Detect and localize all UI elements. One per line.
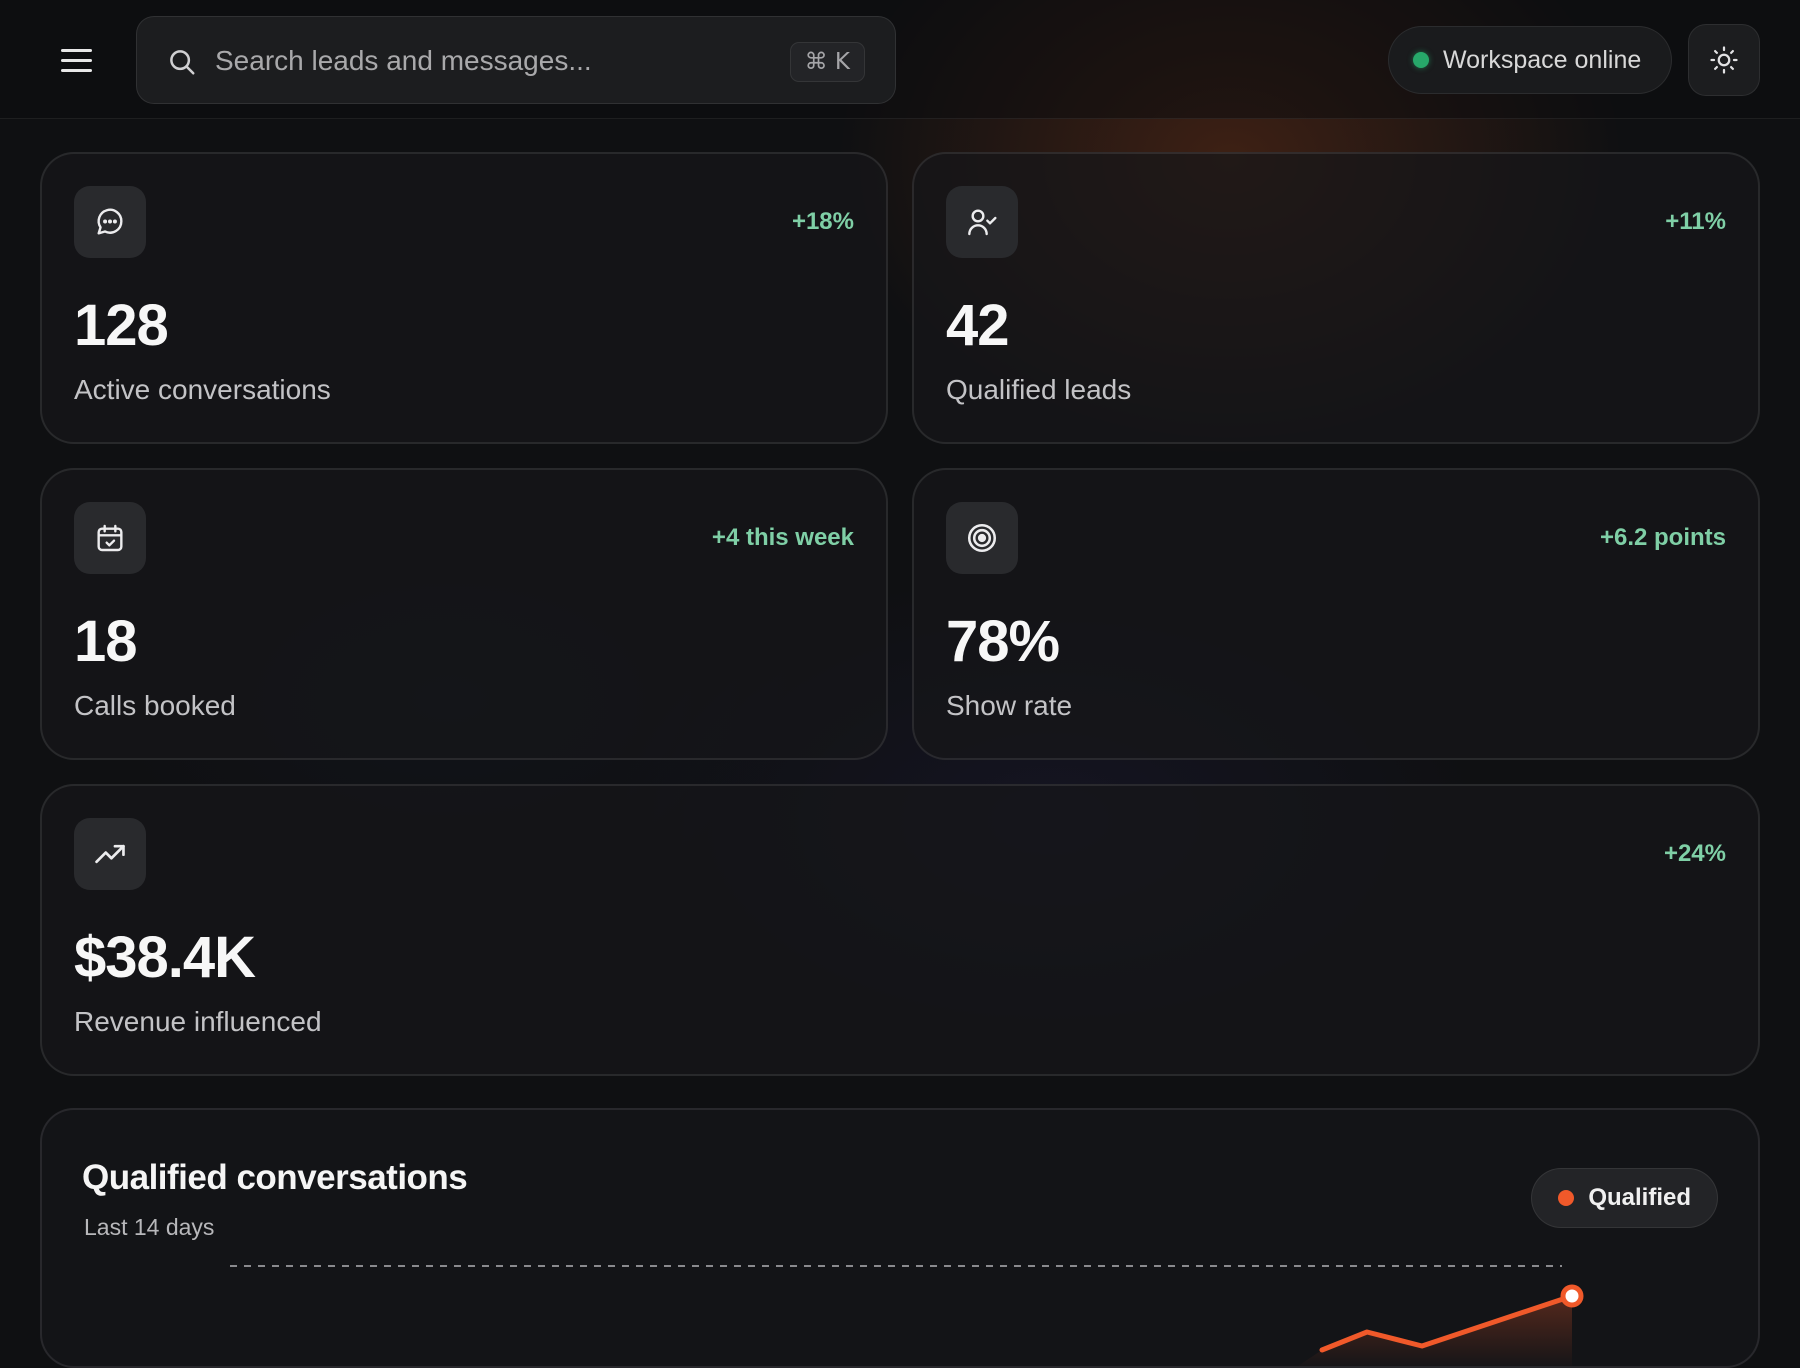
calendar-check-icon — [94, 522, 126, 554]
card-icon-tile — [74, 186, 146, 258]
menu-icon-line — [61, 49, 92, 52]
user-check-icon — [966, 206, 998, 238]
stat-label: Qualified leads — [946, 374, 1131, 406]
top-bar: ⌘ K Workspace online — [0, 0, 1800, 119]
legend-dot-icon — [1558, 1190, 1574, 1206]
workspace-status[interactable]: Workspace online — [1388, 26, 1672, 94]
qualified-conversations-chart — [42, 1110, 1760, 1368]
chart-title: Qualified conversations — [82, 1158, 467, 1198]
stat-value: 128 — [74, 292, 168, 359]
stat-value: 18 — [74, 608, 137, 675]
chart-legend-qualified[interactable]: Qualified — [1531, 1168, 1718, 1228]
stat-delta: +4 this week — [712, 524, 854, 552]
workspace-status-label: Workspace online — [1443, 46, 1641, 75]
theme-toggle-button[interactable] — [1688, 24, 1760, 96]
stat-delta: +18% — [792, 208, 854, 236]
sun-icon — [1709, 45, 1739, 75]
stat-delta: +11% — [1665, 208, 1726, 236]
qualified-series-point-latest[interactable] — [1563, 1287, 1581, 1305]
stat-card-revenue-influenced[interactable]: +24% $38.4K Revenue influenced — [40, 784, 1760, 1076]
menu-icon-line — [61, 69, 92, 72]
message-circle-icon — [94, 206, 126, 238]
stat-card-qualified-leads[interactable]: +11% 42 Qualified leads — [912, 152, 1760, 444]
search-bar[interactable]: ⌘ K — [136, 16, 896, 104]
qualified-series-area — [1292, 1296, 1572, 1368]
stat-delta: +6.2 points — [1600, 524, 1726, 552]
stat-card-show-rate[interactable]: +6.2 points 78% Show rate — [912, 468, 1760, 760]
card-icon-tile — [74, 818, 146, 890]
card-icon-tile — [946, 502, 1018, 574]
trending-up-icon — [93, 837, 127, 871]
menu-icon-line — [61, 59, 92, 62]
stat-label: Show rate — [946, 690, 1072, 722]
target-icon — [965, 521, 999, 555]
menu-button[interactable] — [46, 36, 106, 84]
stat-card-calls-booked[interactable]: +4 this week 18 Calls booked — [40, 468, 888, 760]
stat-label: Calls booked — [74, 690, 236, 722]
search-icon — [167, 47, 197, 77]
qualified-conversations-chart-card: Qualified conversations Last 14 days Qua… — [40, 1108, 1760, 1368]
card-icon-tile — [946, 186, 1018, 258]
stat-label: Revenue influenced — [74, 1006, 322, 1038]
card-icon-tile — [74, 502, 146, 574]
stat-delta: +24% — [1664, 840, 1726, 868]
chart-subtitle: Last 14 days — [84, 1214, 214, 1241]
stat-card-active-conversations[interactable]: +18% 128 Active conversations — [40, 152, 888, 444]
legend-label: Qualified — [1588, 1184, 1691, 1212]
stat-value: 78% — [946, 608, 1059, 675]
stat-value: 42 — [946, 292, 1009, 359]
search-input[interactable] — [215, 37, 715, 85]
status-dot-icon — [1413, 52, 1429, 68]
stat-label: Active conversations — [74, 374, 331, 406]
search-shortcut-badge: ⌘ K — [790, 42, 865, 82]
stat-value: $38.4K — [74, 924, 255, 991]
